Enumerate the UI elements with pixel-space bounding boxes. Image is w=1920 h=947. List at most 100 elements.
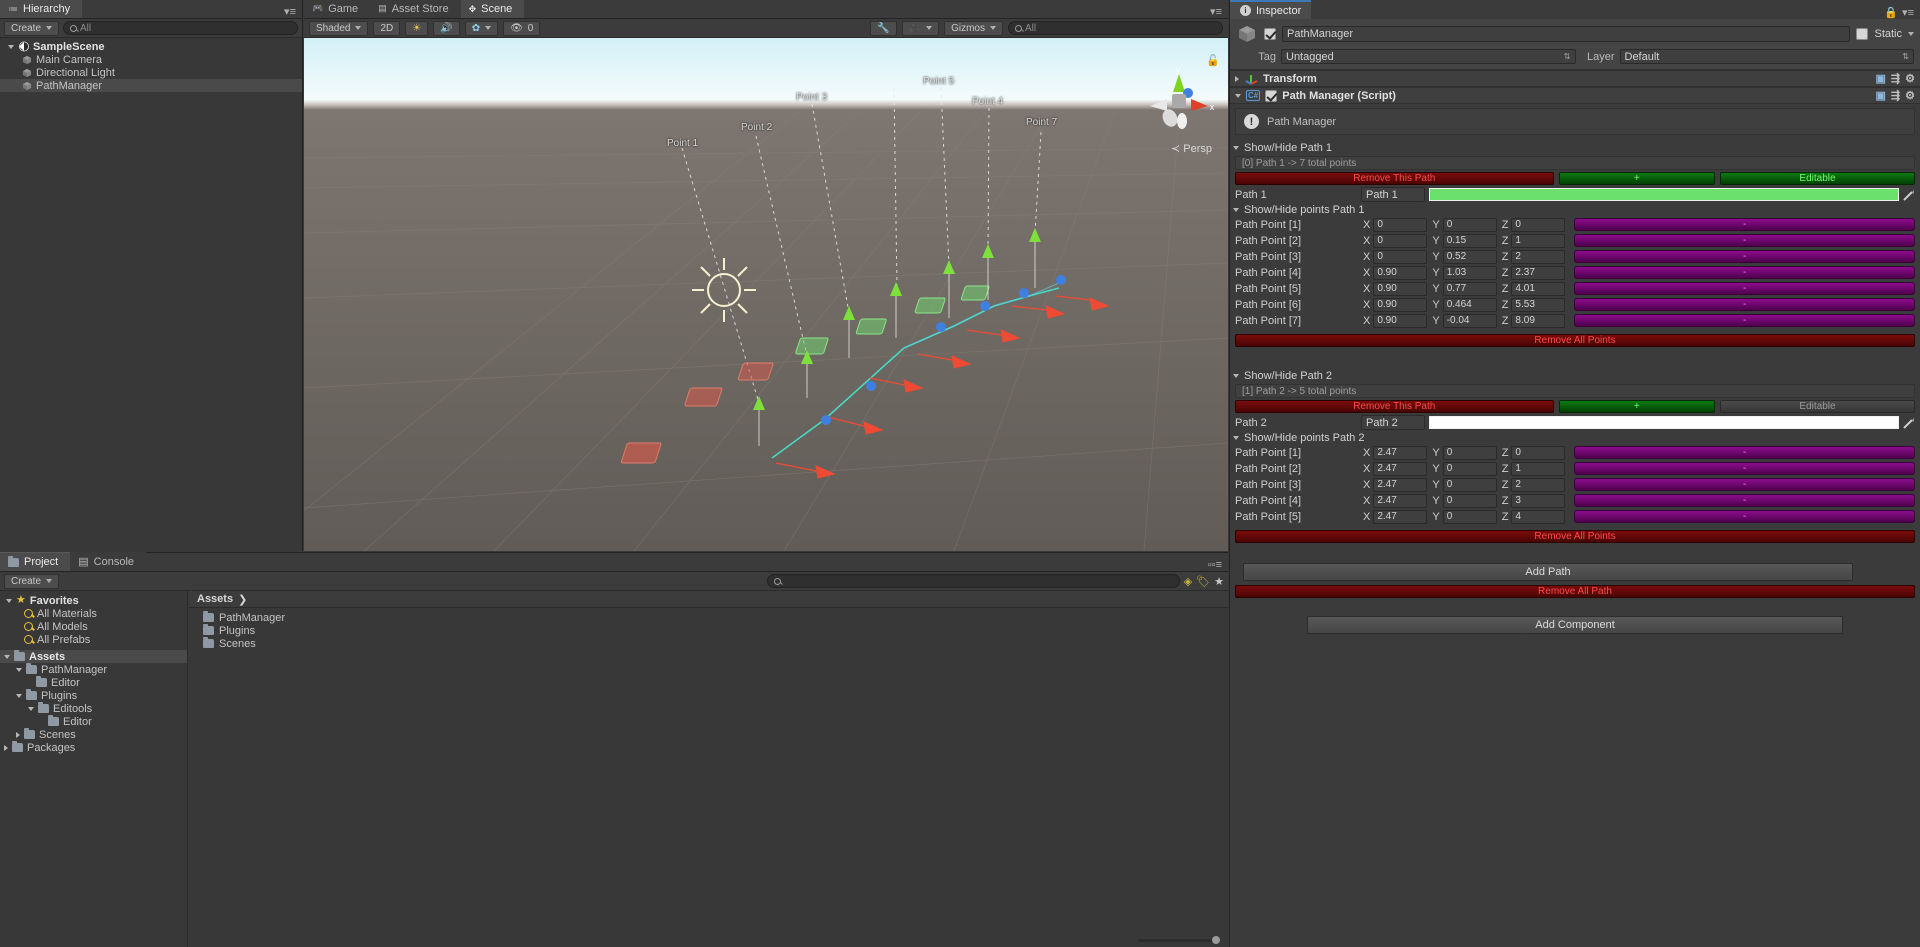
remove-point-button[interactable]: - xyxy=(1574,282,1915,295)
tab-inspector[interactable]: i Inspector xyxy=(1230,0,1312,19)
tools-button[interactable]: 🔧 xyxy=(870,20,897,36)
point-z-input[interactable]: 0 xyxy=(1511,445,1566,460)
gear-icon[interactable]: ⚙ xyxy=(1905,89,1915,102)
favorite-star-icon[interactable]: ★ xyxy=(1214,575,1224,588)
add-path-button[interactable]: Add Path xyxy=(1243,563,1853,581)
tree-item-editor[interactable]: Editor xyxy=(0,676,187,689)
point-x-input[interactable]: 2.47 xyxy=(1373,461,1428,476)
path-2-points-fold[interactable]: Show/Hide points Path 2 xyxy=(1233,431,1915,444)
point-y-input[interactable]: 0 xyxy=(1442,217,1497,232)
color-picker-icon[interactable] xyxy=(1903,417,1915,429)
path-name-input[interactable]: Path 1 xyxy=(1361,187,1425,202)
point-y-input[interactable]: 0 xyxy=(1442,493,1497,508)
chevron-down-icon[interactable] xyxy=(1233,145,1239,150)
component-enabled-checkbox[interactable] xyxy=(1265,89,1278,102)
point-z-input[interactable]: 4 xyxy=(1511,509,1566,524)
point-y-input[interactable]: 0 xyxy=(1442,445,1497,460)
editable-toggle-button[interactable]: Editable xyxy=(1719,400,1915,413)
remove-point-button[interactable]: - xyxy=(1574,298,1915,311)
path-color-swatch[interactable] xyxy=(1429,416,1899,429)
effects-dropdown[interactable]: ✿ xyxy=(464,20,499,36)
point-x-input[interactable]: 2.47 xyxy=(1373,477,1428,492)
path-1-points-fold[interactable]: Show/Hide points Path 1 xyxy=(1233,203,1915,216)
tree-item-editor[interactable]: Editor xyxy=(0,715,187,728)
help-icon[interactable]: ▣ xyxy=(1876,89,1886,102)
chevron-down-icon[interactable] xyxy=(16,667,22,672)
tab-hierarchy[interactable]: ≔ Hierarchy xyxy=(0,0,83,18)
chevron-down-icon[interactable] xyxy=(1233,207,1239,212)
zoom-slider[interactable] xyxy=(1138,936,1220,944)
point-x-input[interactable]: 0.90 xyxy=(1373,313,1428,328)
chevron-down-icon[interactable] xyxy=(1233,435,1239,440)
chevron-down-icon[interactable] xyxy=(1235,93,1241,98)
chevron-down-icon[interactable] xyxy=(6,598,12,603)
point-z-input[interactable]: 4.01 xyxy=(1511,281,1566,296)
favorites-header[interactable]: ★ Favorites xyxy=(0,594,187,607)
project-menu-icon[interactable]: ▫▫≡ xyxy=(1208,559,1228,571)
scene-search-input[interactable]: All xyxy=(1008,21,1223,35)
asset-item-plugins[interactable]: Plugins xyxy=(189,624,1228,637)
color-picker-icon[interactable] xyxy=(1903,189,1915,201)
point-z-input[interactable]: 1 xyxy=(1511,461,1566,476)
point-z-input[interactable]: 0 xyxy=(1511,217,1566,232)
chevron-down-icon[interactable] xyxy=(16,693,22,698)
point-y-input[interactable]: 1.03 xyxy=(1442,265,1497,280)
tree-item-assets[interactable]: Assets xyxy=(0,650,187,663)
favorite-all-models[interactable]: All Models xyxy=(0,620,187,633)
gameobject-enabled-checkbox[interactable] xyxy=(1264,28,1276,40)
remove-point-button[interactable]: - xyxy=(1574,478,1915,491)
tab-scene[interactable]: ✥ Scene xyxy=(460,0,525,18)
remove-point-button[interactable]: - xyxy=(1574,218,1915,231)
point-x-input[interactable]: 0 xyxy=(1373,217,1428,232)
chevron-right-icon[interactable] xyxy=(16,731,20,738)
lighting-toggle-button[interactable]: ☀ xyxy=(405,20,429,36)
asset-item-pathmanager[interactable]: PathManager xyxy=(189,611,1228,624)
tab-console[interactable]: ▤ Console xyxy=(70,552,147,571)
scene-visibility-button[interactable]: 👁 0 xyxy=(503,20,541,36)
point-y-input[interactable]: 0.77 xyxy=(1442,281,1497,296)
audio-toggle-button[interactable]: 🔊 xyxy=(433,20,460,36)
tag-dropdown[interactable]: Untagged ⇅ xyxy=(1281,49,1576,64)
tree-item-editools[interactable]: Editools xyxy=(0,702,187,715)
remove-all-paths-button[interactable]: Remove All Path xyxy=(1235,585,1915,598)
point-x-input[interactable]: 2.47 xyxy=(1373,493,1428,508)
chevron-down-icon[interactable] xyxy=(4,654,10,659)
tree-item-plugins[interactable]: Plugins xyxy=(0,689,187,702)
point-y-input[interactable]: 0 xyxy=(1442,461,1497,476)
tab-project[interactable]: Project xyxy=(0,552,71,571)
editable-toggle-button[interactable]: Editable xyxy=(1719,172,1915,185)
lock-icon[interactable]: 🔓 xyxy=(1206,54,1220,67)
hierarchy-item-samplescene[interactable]: SampleScene xyxy=(0,40,302,53)
tree-item-packages[interactable]: Packages xyxy=(0,741,187,754)
scene-menu-icon[interactable]: ▾≡ xyxy=(1210,5,1228,18)
search-filter-label-icon[interactable]: 🏷 xyxy=(1196,575,1210,588)
path-1-fold[interactable]: Show/Hide Path 1 xyxy=(1233,141,1915,154)
hierarchy-menu-icon[interactable]: ▾≡ xyxy=(284,5,302,18)
point-z-input[interactable]: 1 xyxy=(1511,233,1566,248)
remove-point-button[interactable]: - xyxy=(1574,494,1915,507)
point-z-input[interactable]: 3 xyxy=(1511,493,1566,508)
path-1-remove-all-points-button[interactable]: Remove All Points xyxy=(1235,334,1915,347)
path-2-fold[interactable]: Show/Hide Path 2 xyxy=(1233,369,1915,382)
hierarchy-item-pathmanager[interactable]: PathManager xyxy=(0,79,302,92)
gear-icon[interactable]: ⚙ xyxy=(1905,72,1915,85)
hierarchy-create-button[interactable]: Create xyxy=(4,20,60,36)
pathmanager-component-header[interactable]: C# Path Manager (Script) ▣ ⇶ ⚙ xyxy=(1230,87,1920,104)
preset-icon[interactable]: ⇶ xyxy=(1891,89,1900,102)
project-create-button[interactable]: Create xyxy=(4,573,60,589)
remove-this-path-button[interactable]: Remove This Path xyxy=(1235,172,1554,185)
chevron-down-icon[interactable] xyxy=(1233,373,1239,378)
project-search-input[interactable] xyxy=(767,574,1180,588)
favorite-all-prefabs[interactable]: All Prefabs xyxy=(0,633,187,646)
hierarchy-item-main-camera[interactable]: Main Camera xyxy=(0,53,302,66)
camera-dropdown[interactable]: 🎥 xyxy=(901,20,940,36)
gizmos-dropdown[interactable]: Gizmos xyxy=(944,20,1003,36)
point-x-input[interactable]: 2.47 xyxy=(1373,445,1428,460)
scene-orientation-gizmo[interactable]: y x xyxy=(1142,66,1216,140)
layer-dropdown[interactable]: Default ⇅ xyxy=(1619,49,1914,64)
point-z-input[interactable]: 2 xyxy=(1511,477,1566,492)
tab-game[interactable]: 🎮 Game xyxy=(304,0,371,18)
path-handles[interactable] xyxy=(304,38,1228,551)
hierarchy-item-directional-light[interactable]: Directional Light xyxy=(0,66,302,79)
tab-asset-store[interactable]: ▤ Asset Store xyxy=(370,0,461,18)
